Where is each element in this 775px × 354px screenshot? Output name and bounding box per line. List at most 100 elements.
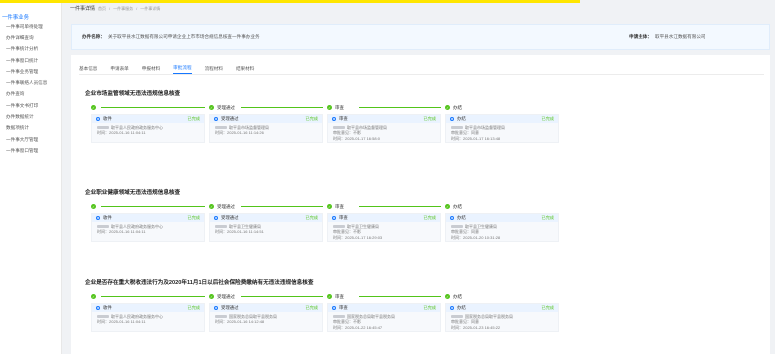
flow-stage: ✓ i 收件 已完成 取平县人民政府政务服务中心 时间：2025-01-16 1… bbox=[91, 203, 205, 242]
check-icon: ✓ bbox=[209, 294, 214, 299]
card-node-name: 收件 bbox=[103, 116, 112, 121]
card-body: 国家税务总局取平县税务局 审批意见：同意 时间：2025-01-23 16:45… bbox=[446, 312, 558, 332]
sidebar-item[interactable]: 一件事业务管理 bbox=[0, 66, 61, 77]
stage-card[interactable]: i 受理通过 已完成 国家税务总局取平县税务局 时间：2025-01-16 14… bbox=[209, 303, 323, 332]
card-body: 取平县人民政府政务服务中心 时间：2025-01-16 11:04:11 bbox=[92, 312, 204, 327]
card-node-name: 收件 bbox=[103, 215, 112, 220]
flow-stage: ✓ 办结 i 办结 已完成 取平县卫生健康局 审批意见：同意 时间：2025-0… bbox=[445, 203, 559, 242]
time-line: 时间：2025-01-16 11:04:11 bbox=[97, 130, 146, 136]
card-node-name: 审查 bbox=[339, 305, 348, 310]
stage-card[interactable]: i 收件 已完成 取平县人民政府政务服务中心 时间：2025-01-16 11:… bbox=[91, 114, 205, 143]
status-badge: 已完成 bbox=[187, 116, 200, 121]
card-header: i 受理通过 已完成 bbox=[210, 214, 322, 222]
stage-card[interactable]: i 受理通过 已完成 取平县卫生健康局 时间：2025-01-16 11:14:… bbox=[209, 213, 323, 242]
stage-connector bbox=[241, 296, 323, 297]
stage-header: ✓ bbox=[91, 293, 205, 300]
sidebar-item[interactable]: 一件事窗口统计 bbox=[0, 55, 61, 66]
time-line: 时间：2025-01-16 11:04:11 bbox=[97, 229, 146, 235]
flow-stage: ✓ 办结 i 办结 已完成 国家税务总局取平县税务局 审批意见：同意 时间：20… bbox=[445, 293, 559, 332]
tab-basic-info[interactable]: 基本信息 bbox=[79, 61, 97, 74]
check-icon: ✓ bbox=[91, 294, 96, 299]
flow-stage: ✓ 审查 i 审查 已完成 国家税务总局取平县税务局 审批意见：不影 时间：20… bbox=[327, 293, 441, 332]
stage-card[interactable]: i 办结 已完成 取平县卫生健康局 审批意见：同意 时间：2025-01-20 … bbox=[445, 213, 559, 242]
sidebar-item[interactable]: 一件事文书打印 bbox=[0, 100, 61, 111]
stage-card[interactable]: i 受理通过 已完成 取平县市场监督管理局 时间：2025-01-16 11:1… bbox=[209, 114, 323, 143]
flow-stage: ✓ i 收件 已完成 取平县人民政府政务服务中心 时间：2025-01-16 1… bbox=[91, 104, 205, 143]
check-icon: ✓ bbox=[91, 204, 96, 209]
stage-card[interactable]: i 收件 已完成 取平县人民政府政务服务中心 时间：2025-01-16 11:… bbox=[91, 213, 205, 242]
time-line: 时间：2025-01-16 11:04:11 bbox=[97, 319, 146, 325]
check-icon: ✓ bbox=[209, 204, 214, 209]
stage-connector bbox=[359, 107, 441, 108]
card-node-name: 办结 bbox=[457, 305, 466, 310]
sidebar-item[interactable]: 一件事司单待处理 bbox=[0, 21, 61, 32]
card-body: 取平县卫生健康局 审批意见：同意 时间：2025-01-20 10:31:28 bbox=[446, 222, 558, 242]
content-panel: 基本信息 申请表单 申报材料 审批流程 流程材料 结果材料 企业市场监管领域无违… bbox=[71, 55, 770, 354]
sidebar-item[interactable]: 一件事窗口管理 bbox=[0, 145, 61, 156]
redacted-name bbox=[333, 126, 345, 129]
stage-card[interactable]: i 收件 已完成 取平县人民政府政务服务中心 时间：2025-01-16 11:… bbox=[91, 303, 205, 332]
info-icon: i bbox=[96, 306, 100, 310]
breadcrumb-link[interactable]: 一件事服务 bbox=[113, 6, 133, 12]
stage-card[interactable]: i 审查 已完成 取平县市场监督管理局 审批意见：不影 时间：2025-01-1… bbox=[327, 114, 441, 143]
status-badge: 已完成 bbox=[541, 215, 554, 220]
redacted-name bbox=[97, 315, 109, 318]
sidebar-item[interactable]: 办件数据统计 bbox=[0, 111, 61, 122]
card-header: i 受理通过 已完成 bbox=[210, 115, 322, 123]
stage-header: ✓ 办结 bbox=[445, 293, 559, 300]
time-line: 时间：2025-01-23 16:45:22 bbox=[451, 324, 501, 330]
approval-section: 企业是否存在重大税收违法行为及2020年11月1日以后社会保险费缴纳有无违法违规… bbox=[85, 277, 761, 332]
sidebar-item[interactable]: 一件事大厅管理 bbox=[0, 134, 61, 145]
stage-card[interactable]: i 办结 已完成 取平县市场监督管理局 审批意见：同意 时间：2025-01-1… bbox=[445, 114, 559, 143]
section-title: 企业职业健康领域无违法违规信息核查 bbox=[85, 189, 181, 196]
approval-section: 企业市场监管领域无违法违规信息核查 ✓ i 收件 已完成 取平县人民政府政务服务… bbox=[85, 88, 761, 143]
stage-header: ✓ 审查 bbox=[327, 104, 441, 111]
info-icon: i bbox=[214, 117, 218, 121]
stage-card[interactable]: i 审查 已完成 取平县卫生健康局 审批意见：不影 时间：2025-01-17 … bbox=[327, 213, 441, 242]
stage-name: 受理通过 bbox=[217, 203, 235, 209]
case-info-bar: 办件名称： 关于取平县水江数据有限公司申请企业上市市场合规信息核查一件事办业务 … bbox=[71, 24, 770, 50]
stage-header: ✓ 办结 bbox=[445, 104, 559, 111]
case-name-value: 关于取平县水江数据有限公司申请企业上市市场合规信息核查一件事办业务 bbox=[107, 34, 260, 39]
time-line: 时间：2025-01-16 14:12:48 bbox=[215, 319, 265, 325]
redacted-name bbox=[451, 225, 463, 228]
sidebar-item[interactable]: 数据项统计 bbox=[0, 123, 61, 134]
card-node-name: 受理通过 bbox=[221, 215, 239, 220]
tab-result-materials[interactable]: 结果材料 bbox=[236, 61, 254, 74]
flow-stage: ✓ 办结 i 办结 已完成 取平县市场监督管理局 审批意见：同意 时间：2025… bbox=[445, 104, 559, 143]
stage-name: 审查 bbox=[335, 203, 344, 209]
flow-stage: ✓ i 收件 已完成 取平县人民政府政务服务中心 时间：2025-01-16 1… bbox=[91, 293, 205, 332]
time-line: 时间：2025-01-16 11:14:51 bbox=[215, 229, 264, 235]
tab-process-materials[interactable]: 流程材料 bbox=[205, 61, 223, 74]
tab-submitted-materials[interactable]: 申报材料 bbox=[142, 61, 160, 74]
breadcrumb-current: 一件事详情 bbox=[70, 6, 96, 12]
card-header: i 办结 已完成 bbox=[446, 304, 558, 312]
card-node-name: 受理通过 bbox=[221, 116, 239, 121]
card-header: i 审查 已完成 bbox=[328, 304, 440, 312]
sidebar-item[interactable]: 办件详细查询 bbox=[0, 32, 61, 43]
sidebar-item[interactable]: 一件事统计分析 bbox=[0, 44, 61, 55]
card-body: 取平县人民政府政务服务中心 时间：2025-01-16 11:04:11 bbox=[92, 222, 204, 237]
check-icon: ✓ bbox=[209, 105, 214, 110]
redacted-name bbox=[97, 126, 109, 129]
card-body: 取平县卫生健康局 时间：2025-01-16 11:14:51 bbox=[210, 222, 322, 237]
sidebar-item[interactable]: 一件事联络人员信息 bbox=[0, 77, 61, 88]
flow-stage: ✓ 审查 i 审查 已完成 取平县卫生健康局 审批意见：不影 时间：2025-0… bbox=[327, 203, 441, 242]
redacted-name bbox=[451, 315, 463, 318]
tab-approval-flow[interactable]: 审批流程 bbox=[173, 61, 192, 74]
sidebar-item[interactable]: 办件查询 bbox=[0, 89, 61, 100]
stage-card[interactable]: i 办结 已完成 国家税务总局取平县税务局 审批意见：同意 时间：2025-01… bbox=[445, 303, 559, 332]
applicant-label: 申请主体： bbox=[629, 34, 652, 39]
main-area: 一件事详情 首页 / 一件事服务 / 一件事详情 办件名称： 关于取平县水江数据… bbox=[66, 3, 770, 354]
breadcrumb-link: 一件事详情 bbox=[140, 5, 161, 11]
card-header: i 收件 已完成 bbox=[92, 115, 204, 123]
redacted-name bbox=[333, 225, 345, 228]
status-badge: 已完成 bbox=[423, 215, 436, 220]
tab-application-form[interactable]: 申请表单 bbox=[110, 61, 128, 74]
sidebar-title[interactable]: 一件事业务 bbox=[0, 12, 61, 21]
stage-header: ✓ 受理通过 bbox=[209, 104, 323, 111]
card-body: 取平县人民政府政务服务中心 时间：2025-01-16 11:04:11 bbox=[92, 123, 204, 138]
stage-card[interactable]: i 审查 已完成 国家税务总局取平县税务局 审批意见：不影 时间：2025-01… bbox=[327, 303, 441, 332]
breadcrumb-link[interactable]: 首页 bbox=[98, 6, 106, 12]
stage-connector bbox=[241, 206, 323, 207]
